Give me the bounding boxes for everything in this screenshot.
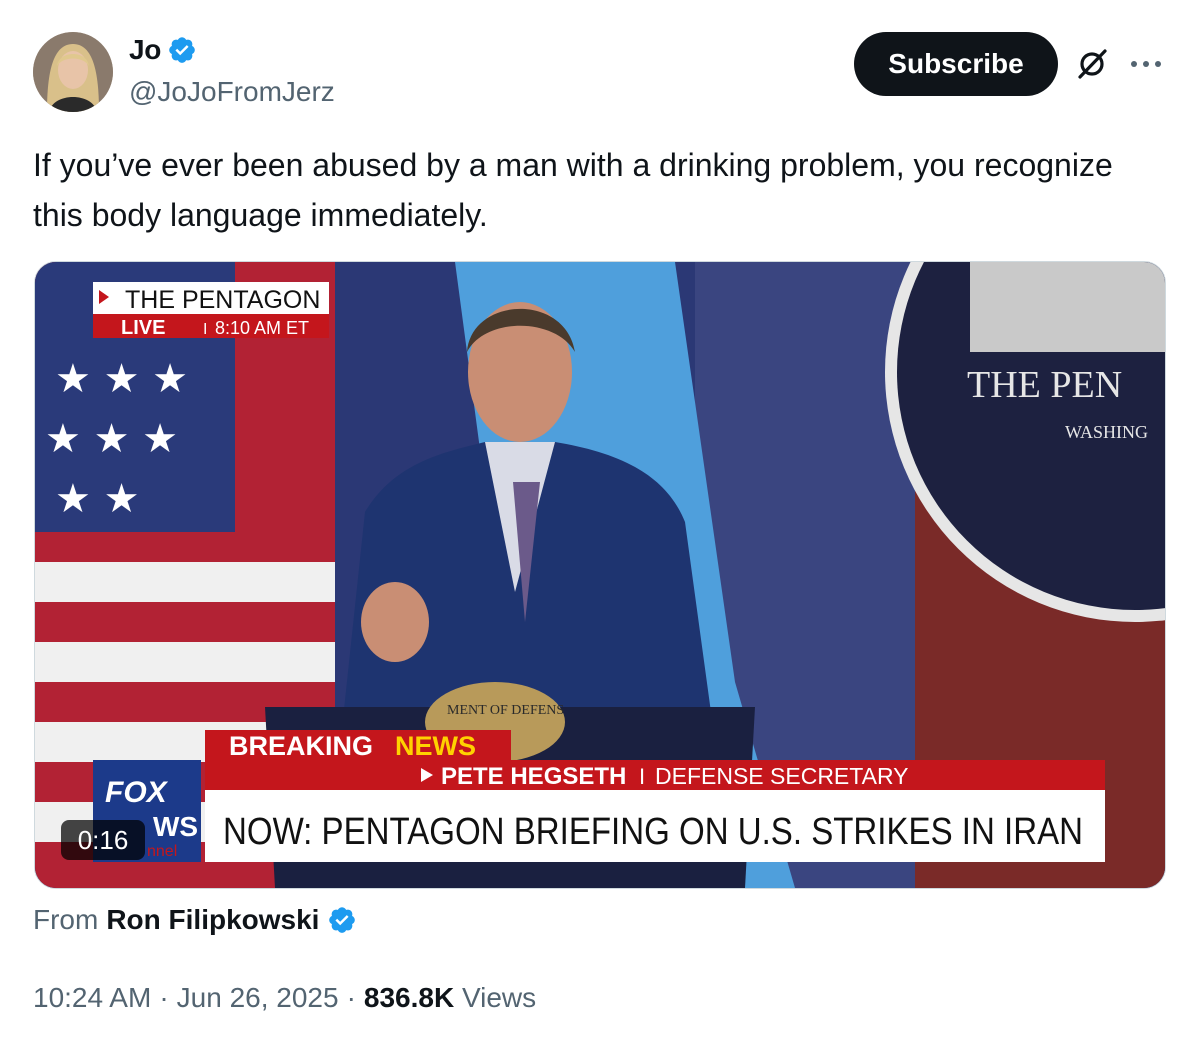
grok-icon[interactable] [1074, 46, 1110, 82]
verified-badge-icon [169, 37, 195, 63]
svg-text:★ ★ ★: ★ ★ ★ [45, 416, 178, 462]
video-frame: ★ ★ ★ ★ ★ ★ ★ ★ THE PEN WASHING MENT OF … [35, 262, 1165, 888]
tweet-date[interactable]: Jun 26, 2025 [177, 982, 339, 1014]
verified-badge-icon [329, 907, 356, 933]
svg-text:I: I [639, 764, 645, 789]
podium-seal-text: MENT OF DEFENS [447, 703, 564, 718]
meta-separator: · [159, 982, 169, 1013]
live-bug-location: THE PENTAGON [125, 286, 320, 314]
video-player[interactable]: ★ ★ ★ ★ ★ ★ ★ ★ THE PEN WASHING MENT OF … [34, 261, 1166, 889]
more-icon[interactable] [1128, 46, 1164, 82]
live-bug: THE PENTAGON LIVE I 8:10 AM ET [93, 282, 329, 339]
tweet-meta: 10:24 AM · Jun 26, 2025 · 836.8K Views [33, 982, 536, 1014]
svg-text:nnel: nnel [147, 843, 177, 860]
avatar[interactable] [33, 32, 113, 112]
author-handle[interactable]: @JoJoFromJerz [129, 76, 335, 108]
meta-separator: · [346, 982, 356, 1013]
video-source: From Ron Filipkowski [33, 904, 357, 936]
svg-text:★ ★ ★: ★ ★ ★ [55, 356, 188, 402]
tweet-text: If you’ve ever been abused by a man with… [33, 147, 1113, 233]
subscribe-button[interactable]: Subscribe [854, 32, 1058, 96]
source-name[interactable]: Ron Filipkowski [106, 904, 319, 936]
seal-text: THE PEN [967, 364, 1122, 406]
from-label: From [33, 904, 99, 935]
speaker-name: PETE HEGSETH [441, 763, 626, 790]
breaking-label: BREAKING [229, 731, 373, 761]
svg-text:I: I [203, 321, 207, 338]
views-label: Views [461, 982, 537, 1013]
views-count: 836.8K [363, 982, 455, 1013]
author-name[interactable]: Jo [129, 34, 161, 66]
headline: NOW: PENTAGON BRIEFING ON U.S. STRIKES I… [223, 811, 1083, 853]
tweet-time[interactable]: 10:24 AM [33, 982, 151, 1014]
live-bug-time: 8:10 AM ET [215, 318, 309, 338]
news-label: NEWS [395, 731, 476, 761]
seal-sub-text: WASHING [1065, 422, 1148, 442]
author-name-row[interactable]: Jo [129, 34, 197, 66]
video-duration: 0:16 [61, 820, 145, 860]
svg-text:WS: WS [153, 811, 198, 842]
live-bug-live: LIVE [121, 317, 165, 339]
speaker-title: DEFENSE SECRETARY [655, 763, 908, 789]
svg-text:★ ★: ★ ★ [55, 476, 139, 522]
svg-text:FOX: FOX [105, 776, 169, 809]
